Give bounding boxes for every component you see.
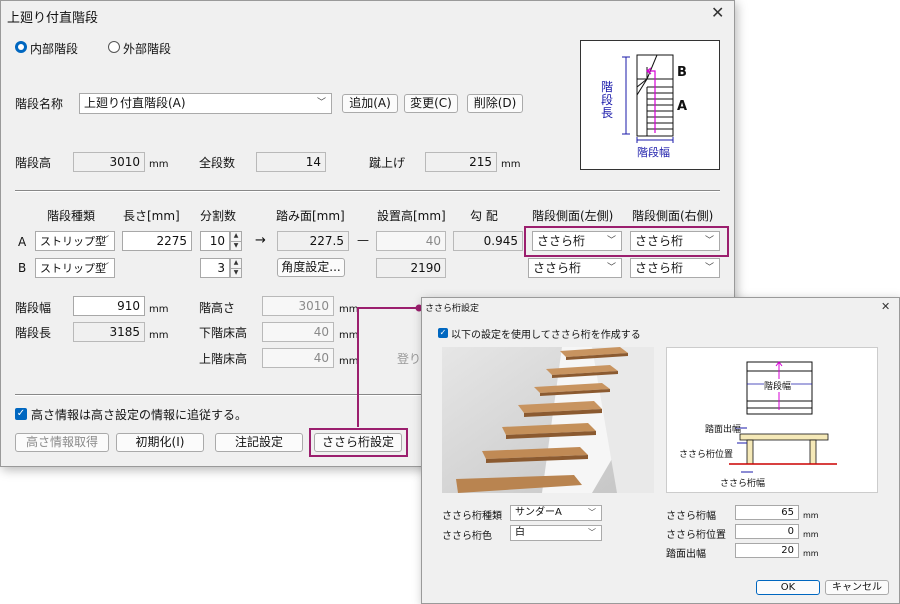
sasara-width-input[interactable]: 65 [735,505,799,520]
unit-mm: mm [803,549,819,558]
sasara-pos-label: ささら桁位置 [666,530,726,541]
close-icon[interactable]: ✕ [881,300,890,313]
sasara-pos-input[interactable]: 0 [735,524,799,539]
stair-3d-svg [442,347,654,493]
sasara-color-label: ささら桁色 [442,531,492,542]
sasara-dialog: ささら桁設定 ✕ ✓ 以下の設定を使用してささら桁を作成する 階段幅 踏面出幅 … [421,297,900,604]
chevron-down-icon: ﹀ [588,508,596,517]
sasara-type-label: ささら桁種類 [442,511,502,522]
section-svg [729,361,837,473]
stair-3d-preview [442,347,654,493]
tread-out-label: 踏面出幅 [666,549,706,560]
section-tread-out-label: 踏面出幅 [705,425,742,435]
use-settings-checkbox[interactable]: ✓ [438,328,448,338]
sasara-width-label: ささら桁幅 [666,511,716,522]
section-diagram: 階段幅 踏面出幅 ささら桁位置 ささら桁幅 [666,347,878,493]
unit-mm: mm [803,511,819,520]
chevron-down-icon: ﹀ [588,528,596,537]
sasara-color-select[interactable]: 白 ﹀ [510,525,602,541]
sasara-type-select[interactable]: サンダーA ﹀ [510,505,602,521]
tread-out-input[interactable]: 20 [735,543,799,558]
use-settings-label: 以下の設定を使用してささら桁を作成する [451,330,641,341]
sasara-dialog-title: ささら桁設定 [425,304,480,314]
section-stair-width-label: 階段幅 [764,379,792,392]
section-width-label: ささら桁幅 [720,479,766,489]
unit-mm: mm [803,530,819,539]
section-pos-label: ささら桁位置 [679,450,734,460]
ok-button[interactable]: OK [756,580,820,595]
cancel-button[interactable]: キャンセル [825,580,889,595]
